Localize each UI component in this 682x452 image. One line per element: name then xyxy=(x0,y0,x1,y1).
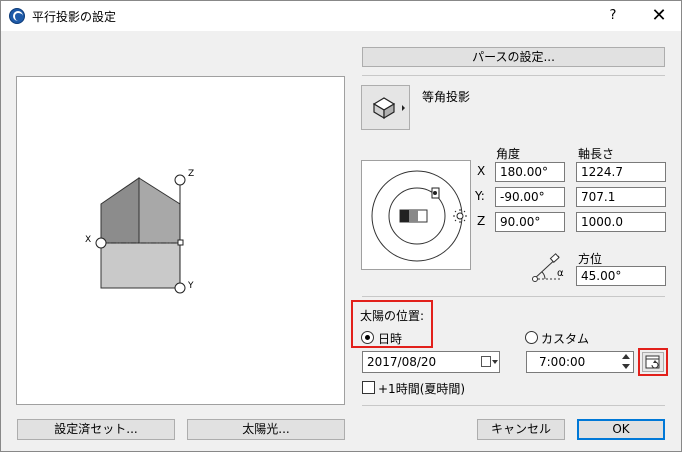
sun-position-label: 太陽の位置: xyxy=(360,309,425,323)
row-y-label: Y: xyxy=(475,189,485,203)
projection-type-label: 等角投影 xyxy=(422,90,471,104)
axis-y-label: Y xyxy=(187,281,194,291)
y-axis-handle xyxy=(174,282,186,294)
y-length-field[interactable]: 707.1 xyxy=(576,187,666,207)
app-icon xyxy=(9,8,25,24)
perspective-settings-label: パースの設定... xyxy=(472,50,555,64)
datetime-radio[interactable] xyxy=(361,331,374,344)
azimuth-icon: α xyxy=(532,253,564,282)
azimuth-field[interactable]: 45.00° xyxy=(576,266,666,286)
calendar-sync-button[interactable] xyxy=(642,352,664,372)
title-bar: 平行投影の設定 ? ✕ xyxy=(0,0,682,31)
custom-label: カスタム xyxy=(541,332,590,346)
help-button[interactable]: ? xyxy=(598,4,628,28)
ok-button-label: OK xyxy=(612,422,630,436)
window-title: 平行投影の設定 xyxy=(32,10,117,24)
length-header: 軸長さ xyxy=(578,147,615,161)
time-spinner[interactable]: 7:00:00 xyxy=(526,351,634,373)
separator xyxy=(362,75,665,76)
x-angle-field[interactable]: 180.00° xyxy=(495,162,565,182)
center-handle xyxy=(177,239,184,246)
calendar-icon xyxy=(481,356,491,367)
row-x-label: X xyxy=(477,164,486,178)
cancel-button[interactable]: キャンセル xyxy=(477,419,565,440)
cancel-button-label: キャンセル xyxy=(490,422,551,436)
y-angle-field[interactable]: -90.00° xyxy=(495,187,565,207)
dst-label: +1時間(夏時間) xyxy=(378,382,466,396)
custom-radio[interactable] xyxy=(525,331,538,344)
z-angle-field[interactable]: 90.00° xyxy=(495,212,565,232)
x-axis-handle xyxy=(95,237,107,249)
date-value: 2017/08/20 xyxy=(367,355,437,369)
axis-x-label: X xyxy=(85,235,91,245)
azimuth-label: 方位 xyxy=(578,252,603,266)
close-button[interactable]: ✕ xyxy=(640,2,678,30)
separator xyxy=(362,296,665,297)
axis-z-label: Z xyxy=(188,169,194,179)
chevron-down-icon xyxy=(492,360,498,364)
time-value: 7:00:00 xyxy=(539,355,586,369)
z-axis-handle xyxy=(174,174,186,186)
sun-diagram-drawing xyxy=(371,170,467,262)
datetime-label: 日時 xyxy=(378,332,403,346)
z-length-field[interactable]: 1000.0 xyxy=(576,212,666,232)
x-length-field[interactable]: 1224.7 xyxy=(576,162,666,182)
preview-drawing: Z X Y xyxy=(85,169,194,294)
spin-up-icon[interactable] xyxy=(622,354,630,359)
projection-type-picker[interactable] xyxy=(361,85,410,130)
spin-down-icon[interactable] xyxy=(622,364,630,369)
dst-checkbox[interactable] xyxy=(362,381,375,394)
cube-left-face xyxy=(100,177,140,244)
sunlight-button-label: 太陽光... xyxy=(242,422,290,436)
separator xyxy=(362,405,665,406)
angle-header: 角度 xyxy=(496,147,521,161)
preset-button[interactable]: 設定済セット... xyxy=(17,419,175,440)
preset-button-label: 設定済セット... xyxy=(54,422,138,436)
ok-button[interactable]: OK xyxy=(577,419,665,440)
azimuth-symbol: α xyxy=(557,268,564,279)
perspective-settings-button[interactable]: パースの設定... xyxy=(362,47,665,67)
calendar-refresh-icon xyxy=(645,355,660,369)
isometric-house-icon xyxy=(372,97,405,120)
row-z-label: Z xyxy=(477,214,486,228)
sunlight-button[interactable]: 太陽光... xyxy=(187,419,345,440)
sun-position-diagram[interactable] xyxy=(361,160,471,270)
date-picker[interactable]: 2017/08/20 xyxy=(362,351,500,373)
cube-bottom-face xyxy=(100,242,181,289)
projection-preview: Z X Y xyxy=(16,76,345,405)
cube-right-face xyxy=(138,177,181,244)
